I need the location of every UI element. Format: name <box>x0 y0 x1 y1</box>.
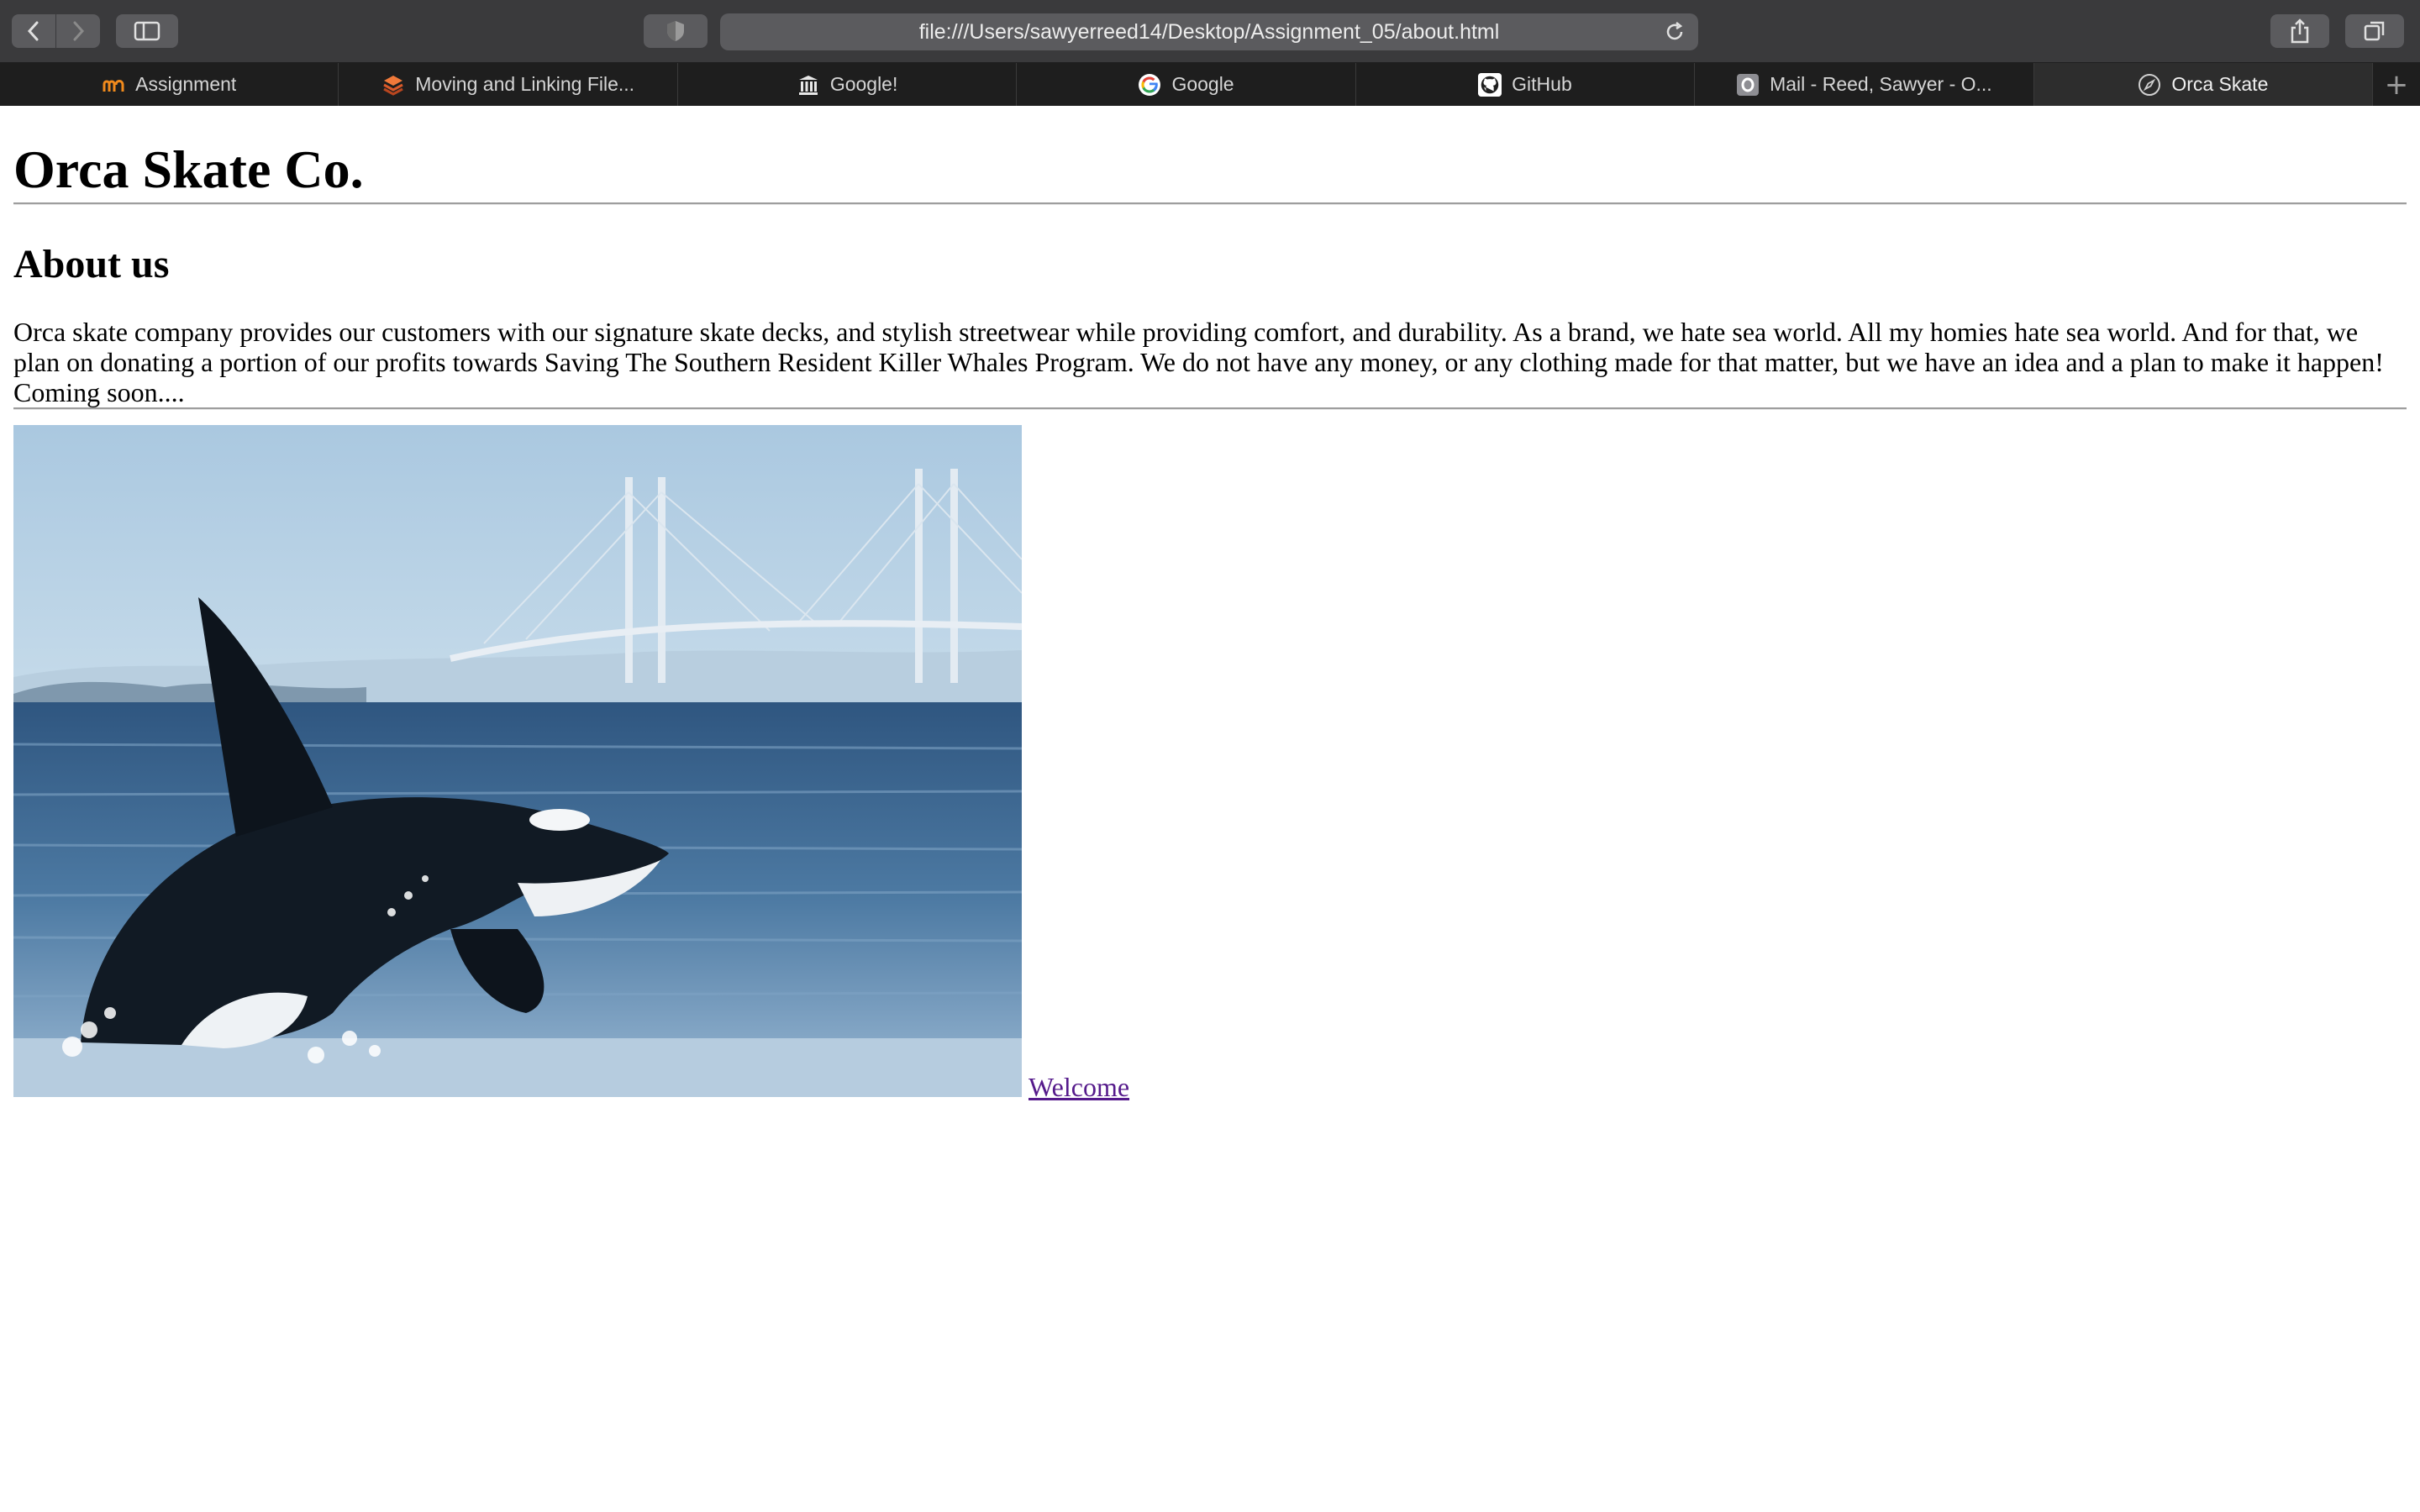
reload-icon[interactable] <box>1663 20 1686 44</box>
tab-label: GitHub <box>1512 73 1572 95</box>
tab-label: Google! <box>829 73 898 95</box>
chevron-left-icon <box>27 21 39 41</box>
sidebar-toggle-button[interactable] <box>116 14 178 48</box>
tab-overview-icon <box>2364 21 2385 41</box>
tab-label: Google <box>1171 73 1234 95</box>
tab-assignment[interactable]: Assignment <box>0 63 339 106</box>
tab-moving-linking[interactable]: Moving and Linking File... <box>339 63 678 106</box>
forward-button[interactable] <box>56 14 100 48</box>
tab-label: Mail - Reed, Sawyer - O... <box>1770 73 1992 95</box>
share-icon <box>2291 18 2309 44</box>
tab-mail-outlook[interactable]: Mail - Reed, Sawyer - O... <box>1695 63 2034 106</box>
plus-icon: + <box>2384 67 2409 102</box>
welcome-link[interactable]: Welcome <box>1028 1074 1129 1100</box>
tab-bar: Assignment Moving and Linking File... Go… <box>0 63 2420 106</box>
page-content: Orca Skate Co. About us Orca skate compa… <box>13 106 2407 1100</box>
share-button[interactable] <box>2270 14 2329 48</box>
shield-icon <box>667 21 684 41</box>
google-icon <box>1138 73 1161 97</box>
about-paragraph: Orca skate company provides our customer… <box>13 317 2384 408</box>
tab-label: Moving and Linking File... <box>415 73 635 95</box>
about-heading: About us <box>13 241 170 286</box>
chevron-right-icon <box>73 21 85 41</box>
divider <box>13 202 2407 205</box>
media-row: Welcome <box>13 425 2407 1100</box>
tab-overview-button[interactable] <box>2345 14 2404 48</box>
page-title: Orca Skate Co. <box>13 139 364 199</box>
tab-label: Assignment <box>135 73 237 95</box>
tab-orca-skate[interactable]: Orca Skate <box>2033 63 2374 106</box>
url-text: file:///Users/sawyerreed14/Desktop/Assig… <box>918 19 1500 44</box>
privacy-report-button[interactable] <box>644 14 708 48</box>
layers-icon <box>381 73 405 97</box>
outlook-icon <box>1736 73 1760 97</box>
tab-github[interactable]: GitHub <box>1356 63 1696 106</box>
compass-icon <box>2138 73 2161 97</box>
divider <box>13 407 2407 411</box>
tab-google-bank[interactable]: Google! <box>678 63 1018 106</box>
back-button[interactable] <box>12 14 55 48</box>
sidebar-icon <box>134 21 160 41</box>
orca-photo <box>13 425 1022 1098</box>
github-icon <box>1478 72 1502 97</box>
tab-label: Orca Skate <box>2171 73 2269 95</box>
address-bar[interactable]: file:///Users/sawyerreed14/Desktop/Assig… <box>720 13 1698 50</box>
bank-icon <box>797 73 820 97</box>
tab-google[interactable]: Google <box>1017 63 1356 106</box>
new-tab-button[interactable]: + <box>2373 63 2420 106</box>
browser-toolbar: file:///Users/sawyerreed14/Desktop/Assig… <box>0 0 2420 63</box>
moodle-icon <box>102 73 125 97</box>
